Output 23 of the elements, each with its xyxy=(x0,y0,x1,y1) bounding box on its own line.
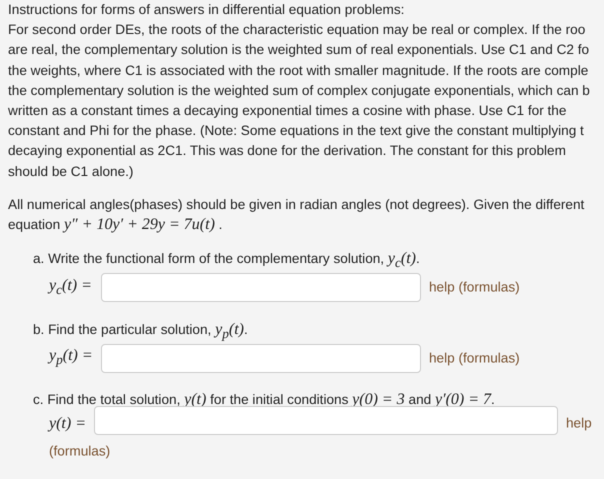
problem-text-line: equation y″ + 10y′ + 29y = 7u(t) . xyxy=(8,215,222,236)
answer-input-field[interactable] xyxy=(94,406,558,436)
question-prompt: b. Find the particular solution, y$_{p}$(t). xyxy=(33,320,248,344)
instructions-text-line: the weights, where C1 is associated with the root with smaller magnitude. If the roots are comple xyxy=(8,62,588,80)
help-link[interactable]: (formulas) xyxy=(49,444,110,459)
help-link[interactable]: help (formulas) xyxy=(429,350,520,366)
question-prompt: a. Write the functional form of the complementary solution, y$_{c}$(t). xyxy=(33,249,420,272)
instructions-text-line: should be C1 alone.) xyxy=(8,162,134,181)
instructions-text-line: For second order DEs, the roots of the characteristic equation may be real or complex. If the roo xyxy=(8,21,586,40)
answer-input-field[interactable] xyxy=(101,344,421,373)
instructions-text-line: written as a constant times a decaying exponential times a cosine with phase. Use C1 for the xyxy=(8,102,566,120)
instructions-text-line: constant and Phi for the phase. (Note: Some equations in the text give the constant multiplying t xyxy=(8,122,584,140)
problem-text-line: All numerical angles(phases) should be given in radian angles (not degrees). Given the different xyxy=(8,196,584,214)
answer-label: y(t) = xyxy=(49,414,87,434)
answer-label: y$_{c}$(t) = xyxy=(49,276,93,299)
instructions-title: Instructions for forms of answers in differential equation problems: xyxy=(8,1,404,19)
answer-input-field[interactable] xyxy=(101,273,421,302)
answer-label: y$_{p}$(t) = xyxy=(49,346,94,370)
help-link[interactable]: help (formulas) xyxy=(429,280,520,295)
instructions-text-line: the complementary solution is the weighted sum of complex conjugate exponentials, which can b xyxy=(8,82,590,100)
instructions-text-line: are real, the complementary solution is the weighted sum of real exponentials. Use C1 and C2 fo xyxy=(8,41,590,60)
help-link[interactable]: help xyxy=(566,416,592,431)
instructions-text-line: decaying exponential as 2C1. This was done for the derivation. The constant for this problem xyxy=(8,142,566,160)
